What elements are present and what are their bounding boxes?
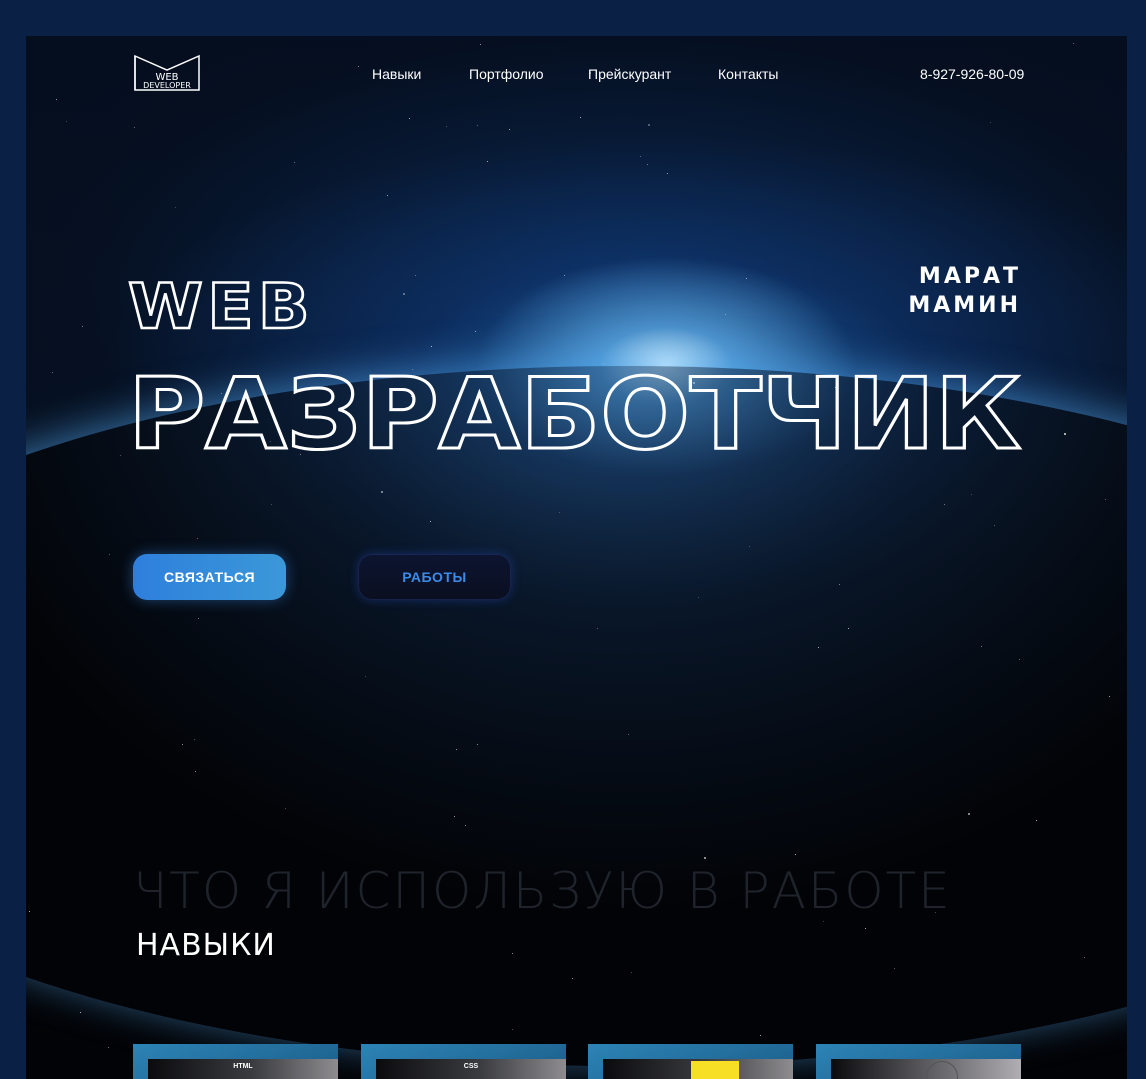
star	[572, 978, 573, 979]
star	[365, 676, 366, 677]
star	[198, 618, 199, 619]
star	[182, 744, 183, 745]
js-logo-icon	[691, 1061, 739, 1079]
star	[968, 813, 970, 815]
star	[454, 816, 455, 817]
star	[29, 911, 30, 912]
author-first-name: МАРАТ	[918, 264, 1021, 289]
star	[108, 1047, 109, 1048]
skill-card-js[interactable]	[588, 1044, 793, 1079]
author-name: МАРАТ МАМИН	[908, 262, 1021, 320]
star	[512, 953, 513, 954]
hero-title-developer: РАЗРАБОТЧИК	[128, 358, 1021, 472]
skills-background-heading: ЧТО Я ИСПОЛЬЗУЮ В РАБОТЕ	[133, 862, 952, 920]
star	[631, 972, 632, 973]
star	[197, 538, 198, 539]
star	[1084, 957, 1085, 958]
author-last-name: МАМИН	[908, 293, 1021, 318]
star	[1036, 820, 1037, 821]
star	[430, 521, 431, 522]
star	[848, 628, 849, 629]
hero-title-web: WEB	[128, 270, 314, 343]
contact-button[interactable]: СВЯЗАТЬСЯ	[133, 554, 286, 600]
star	[704, 857, 706, 859]
skill-card-label: HTML	[233, 1063, 253, 1070]
star	[698, 597, 699, 598]
star	[795, 854, 796, 855]
skills-title: НАВЫКИ	[136, 928, 276, 963]
skill-card-html[interactable]: HTML	[133, 1044, 338, 1079]
star	[628, 734, 629, 735]
star	[194, 739, 195, 740]
star	[456, 749, 457, 750]
star	[823, 921, 824, 922]
star	[109, 554, 110, 555]
star	[760, 1035, 761, 1036]
page-frame: WEB DEVELOPER Навыки Портфолио Прейскура…	[26, 36, 1127, 1079]
star	[894, 968, 895, 969]
star	[1109, 696, 1110, 697]
star	[80, 1012, 81, 1013]
star	[597, 628, 598, 629]
skill-card-css[interactable]: CSS	[361, 1044, 566, 1079]
star	[865, 928, 866, 929]
skill-card-git[interactable]	[816, 1044, 1021, 1079]
star	[818, 647, 819, 648]
star	[749, 546, 750, 547]
star	[477, 744, 478, 745]
skill-card-label: CSS	[463, 1063, 479, 1070]
star	[994, 525, 995, 526]
star	[195, 771, 196, 772]
star	[285, 808, 286, 809]
star	[839, 584, 840, 585]
star	[465, 825, 466, 826]
tool-logo-icon	[926, 1061, 958, 1079]
works-button[interactable]: РАБОТЫ	[358, 554, 511, 600]
star	[512, 1029, 513, 1030]
star	[981, 646, 982, 647]
star	[1019, 659, 1020, 660]
